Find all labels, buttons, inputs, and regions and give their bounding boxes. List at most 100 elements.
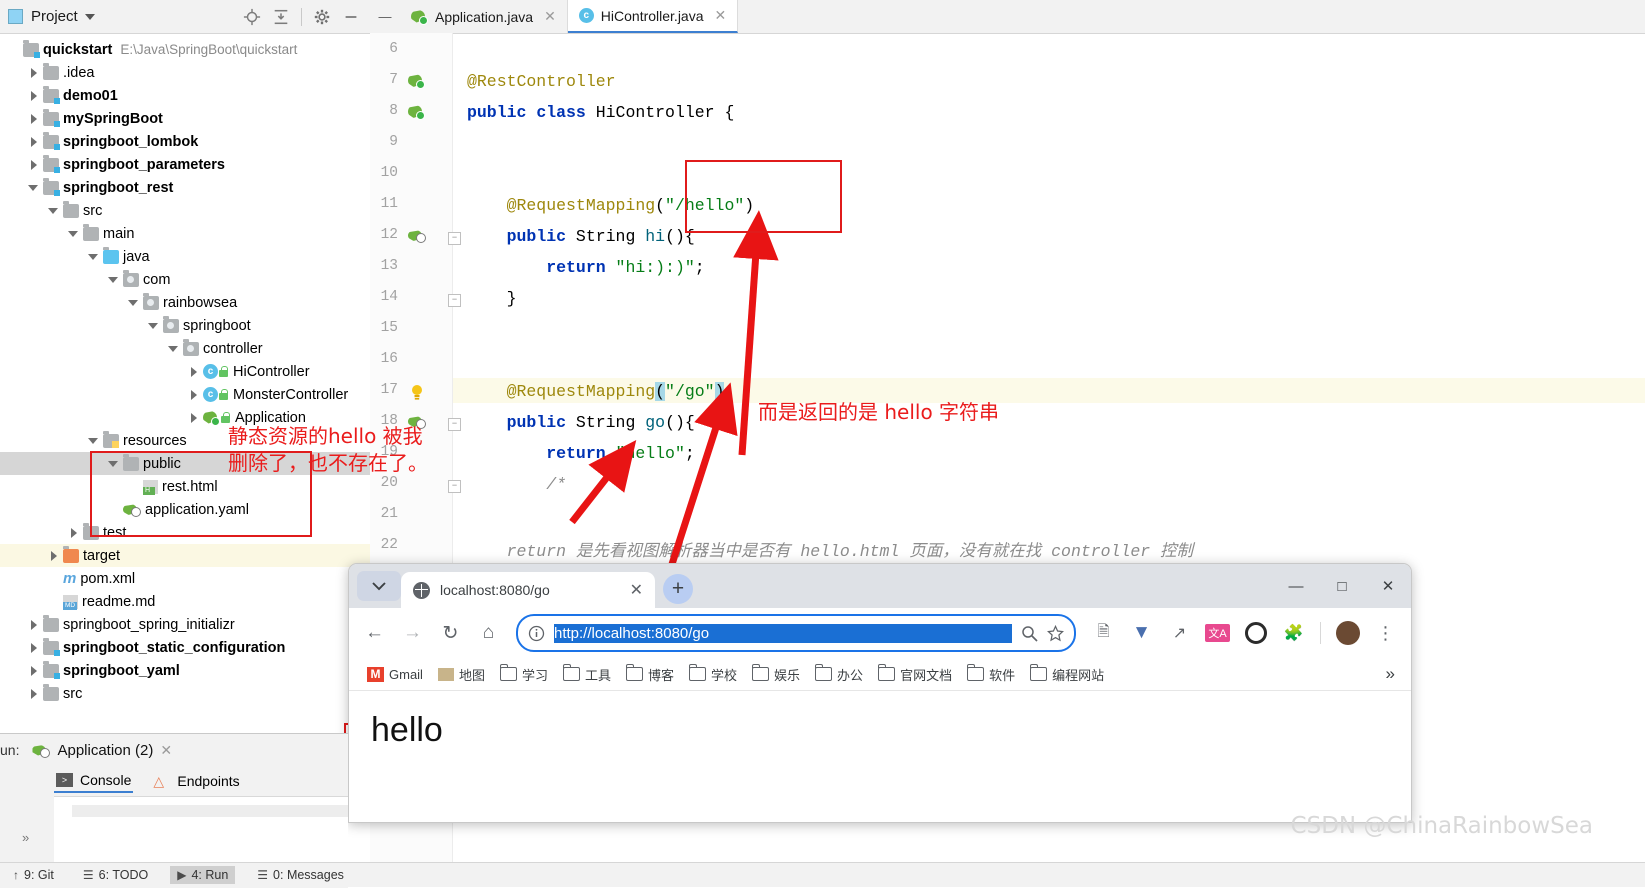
browser-tab[interactable]: localhost:8080/go ✕ [401, 572, 655, 608]
expand-arrow-icon[interactable] [28, 159, 40, 171]
code-line[interactable]: return "hello"; [467, 444, 695, 463]
editor-tabbar[interactable]: — Application.java ✕ c HiController.java ✕ [370, 0, 1645, 34]
bookmark-item[interactable]: 软件 [961, 662, 1021, 687]
bookmark-item[interactable]: 地图 [432, 662, 491, 687]
spring-bean-icon[interactable] [408, 73, 425, 92]
tree-node[interactable]: rainbowsea [0, 291, 370, 314]
expand-arrow-icon[interactable] [28, 642, 40, 654]
tree-node[interactable]: src [0, 199, 370, 222]
expand-arrow-icon[interactable] [28, 67, 40, 79]
collapse-arrow-icon[interactable] [68, 228, 80, 240]
expand-arrow-icon[interactable] [188, 366, 200, 378]
run-tab[interactable]: △ Endpoints [151, 770, 241, 792]
code-line[interactable]: return "hi:):)"; [467, 258, 704, 277]
close-icon[interactable]: ✕ [715, 7, 727, 24]
editor-tab[interactable]: c HiController.java ✕ [567, 0, 739, 33]
collapse-arrow-icon[interactable] [28, 182, 40, 194]
code-line[interactable]: @RequestMapping("/go") [467, 382, 725, 401]
run-config-name[interactable]: Application (2) [57, 742, 153, 759]
tree-node[interactable]: src [0, 682, 370, 705]
expand-arrow-icon[interactable] [188, 412, 200, 424]
profile-avatar[interactable] [1331, 617, 1364, 650]
code-line[interactable]: return 是先看视图解析器当中是否有 hello.html 页面，没有就在找… [467, 537, 1193, 561]
share-icon[interactable]: ↗ [1163, 617, 1196, 650]
close-icon[interactable]: ✕ [544, 8, 556, 25]
console-output-area[interactable] [54, 796, 348, 864]
expand-arrow-icon[interactable] [68, 527, 80, 539]
locate-icon[interactable] [243, 8, 261, 26]
expand-arrow-icon[interactable] [48, 550, 60, 562]
bookmarks-overflow-icon[interactable]: » [1386, 664, 1399, 684]
forward-icon[interactable]: → [396, 617, 429, 650]
tree-node[interactable]: application.yaml [0, 498, 370, 521]
tree-node[interactable]: springboot [0, 314, 370, 337]
new-tab-button[interactable]: + [663, 574, 693, 604]
statusbar-item[interactable]: ↑ 9: Git [6, 866, 61, 884]
tree-node[interactable]: target [0, 544, 370, 567]
bookmark-item[interactable]: 博客 [620, 662, 680, 687]
expand-arrow-icon[interactable] [28, 136, 40, 148]
collapse-arrow-icon[interactable] [88, 435, 100, 447]
hide-editor-icon[interactable]: — [370, 0, 400, 33]
tree-node[interactable]: com [0, 268, 370, 291]
hide-icon[interactable] [342, 8, 360, 26]
tree-node[interactable]: test [0, 521, 370, 544]
tree-node[interactable]: controller [0, 337, 370, 360]
editor-tab[interactable]: Application.java ✕ [400, 0, 568, 33]
expand-arrow-icon[interactable] [28, 688, 40, 700]
code-line[interactable]: public String go(){ [467, 413, 695, 432]
tree-node[interactable]: springboot_yaml [0, 659, 370, 682]
download-icon[interactable]: ▼ [1125, 617, 1158, 650]
tree-node[interactable]: java [0, 245, 370, 268]
collapse-arrow-icon[interactable] [128, 297, 140, 309]
reading-list-icon[interactable]: 🗎 [1087, 617, 1120, 650]
collapse-arrow-icon[interactable] [148, 320, 160, 332]
close-icon[interactable]: ✕ [160, 742, 172, 759]
expand-arrow-icon[interactable] [28, 619, 40, 631]
status-bar[interactable]: ↑ 9: Git ☰ 6: TODO ▶ 4: Run ☰ 0: Messages [0, 862, 1645, 887]
tab-search-icon[interactable] [357, 571, 401, 601]
tree-node[interactable]: main [0, 222, 370, 245]
spring-url-icon[interactable] [408, 228, 426, 246]
statusbar-item[interactable]: ☰ 0: Messages [250, 866, 351, 884]
star-icon[interactable] [1047, 624, 1064, 642]
project-tree[interactable]: quickstart E:\Java\SpringBoot\quickstart.… [0, 34, 370, 705]
intention-bulb-icon[interactable] [408, 383, 426, 404]
code-line[interactable]: public class HiController { [467, 103, 734, 122]
gear-icon[interactable] [313, 8, 331, 26]
address-bar[interactable]: http://localhost:8080/go [516, 614, 1076, 652]
tree-node[interactable]: quickstart E:\Java\SpringBoot\quickstart [0, 38, 370, 61]
expand-arrow-icon[interactable] [28, 113, 40, 125]
collapse-arrow-icon[interactable] [48, 205, 60, 217]
spring-class-icon[interactable] [408, 104, 425, 123]
tree-node[interactable]: springboot_lombok [0, 130, 370, 153]
statusbar-item[interactable]: ☰ 6: TODO [76, 866, 155, 884]
expand-arrow-icon[interactable] [188, 389, 200, 401]
zoom-icon[interactable] [1021, 625, 1038, 642]
home-icon[interactable]: ⌂ [472, 617, 505, 650]
translate-icon[interactable]: 文A [1201, 617, 1234, 650]
collapse-arrow-icon[interactable] [88, 251, 100, 263]
code-line[interactable]: @RestController [467, 72, 616, 91]
expand-arrow-icon[interactable] [28, 665, 40, 677]
tree-node[interactable]: springboot_static_configuration [0, 636, 370, 659]
minimize-button[interactable]: — [1273, 566, 1319, 606]
run-tab[interactable]: > Console [54, 769, 134, 793]
tree-node[interactable]: springboot_spring_initializr [0, 613, 370, 636]
tree-node[interactable]: rest.html [0, 475, 370, 498]
bookmarks-bar[interactable]: M Gmail 地图 学习 工具 博客 学校 娱乐 办公 官网文档 软件 编程网站 » [349, 658, 1411, 691]
extensions-icon[interactable]: 🧩 [1277, 617, 1310, 650]
tree-node[interactable]: springboot_rest [0, 176, 370, 199]
tree-node[interactable]: readme.md [0, 590, 370, 613]
maximize-button[interactable]: □ [1319, 566, 1365, 606]
close-window-button[interactable]: ✕ [1365, 566, 1411, 606]
collapse-arrow-icon[interactable] [108, 274, 120, 286]
bookmark-item[interactable]: M Gmail [361, 664, 429, 685]
tree-node[interactable]: mySpringBoot [0, 107, 370, 130]
code-line[interactable]: } [467, 289, 517, 308]
url-text[interactable]: http://localhost:8080/go [554, 623, 1012, 643]
bookmark-item[interactable]: 学校 [683, 662, 743, 687]
tree-node[interactable]: .idea [0, 61, 370, 84]
tree-node[interactable]: m pom.xml [0, 567, 370, 590]
chevron-down-icon[interactable] [84, 13, 95, 20]
